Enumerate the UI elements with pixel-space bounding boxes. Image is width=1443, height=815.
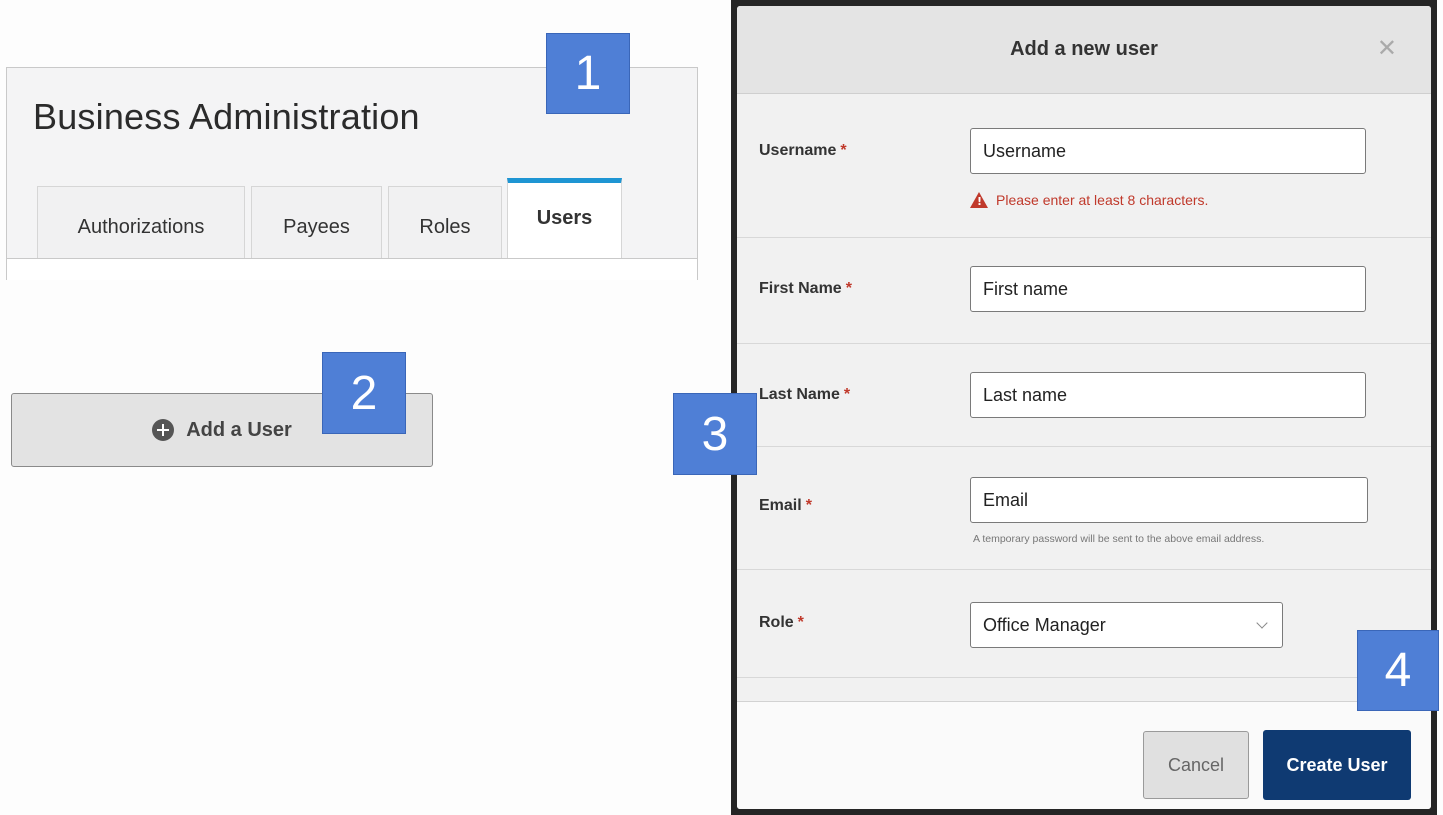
last-name-row: Last Name * Last name xyxy=(737,344,1431,447)
username-error: Please enter at least 8 characters. xyxy=(970,192,1208,208)
tab-bar: Authorizations Payees Roles Users xyxy=(7,178,697,261)
required-marker: * xyxy=(797,614,804,631)
required-marker: * xyxy=(805,497,812,514)
username-input[interactable]: Username xyxy=(970,128,1366,174)
add-user-modal: Add a new user ✕ Username* Username Plea… xyxy=(731,0,1437,815)
modal-header: Add a new user ✕ xyxy=(737,6,1431,94)
add-user-label: Add a User xyxy=(186,418,292,441)
last-name-label: Last Name * xyxy=(759,386,851,403)
first-name-input[interactable]: First name xyxy=(970,266,1366,312)
first-name-label: First Name * xyxy=(759,280,852,297)
last-name-input[interactable]: Last name xyxy=(970,372,1366,418)
step-marker-3: 3 xyxy=(673,393,757,475)
modal-title: Add a new user xyxy=(1010,38,1158,60)
username-row: Username* Username Please enter at least… xyxy=(737,94,1431,238)
required-marker: * xyxy=(845,280,852,297)
warning-icon xyxy=(970,192,988,208)
email-label: Email * xyxy=(759,497,812,514)
tab-payees[interactable]: Payees xyxy=(251,186,382,261)
tab-authorizations[interactable]: Authorizations xyxy=(37,186,245,261)
tab-roles[interactable]: Roles xyxy=(388,186,502,261)
required-marker: * xyxy=(840,142,847,159)
modal-body: Add a new user ✕ Username* Username Plea… xyxy=(737,6,1431,809)
role-row: Role * Office Manager xyxy=(737,570,1431,678)
create-user-button[interactable]: Create User xyxy=(1263,730,1411,800)
email-row: Email * Email A temporary password will b… xyxy=(737,447,1431,570)
required-marker: * xyxy=(843,386,851,403)
username-error-text: Please enter at least 8 characters. xyxy=(996,192,1209,208)
email-helper-text: A temporary password will be sent to the… xyxy=(973,533,1265,545)
plus-circle-icon xyxy=(152,419,175,441)
step-marker-2: 2 xyxy=(322,352,406,434)
tab-users[interactable]: Users xyxy=(507,178,622,260)
page-title: Business Administration xyxy=(33,96,420,137)
modal-footer: Cancel Create User xyxy=(737,701,1431,809)
step-marker-4: 4 xyxy=(1357,630,1439,711)
step-marker-1: 1 xyxy=(546,33,630,114)
first-name-row: First Name * First name xyxy=(737,238,1431,344)
close-icon[interactable]: ✕ xyxy=(1377,36,1397,60)
email-input[interactable]: Email xyxy=(970,477,1368,523)
cancel-button[interactable]: Cancel xyxy=(1143,731,1249,799)
username-label: Username * xyxy=(759,142,847,159)
role-label: Role * xyxy=(759,614,804,631)
chevron-down-icon xyxy=(1256,617,1268,629)
tab-content-area xyxy=(7,258,697,280)
role-select[interactable]: Office Manager xyxy=(970,602,1283,648)
role-selected-value: Office Manager xyxy=(983,614,1106,635)
